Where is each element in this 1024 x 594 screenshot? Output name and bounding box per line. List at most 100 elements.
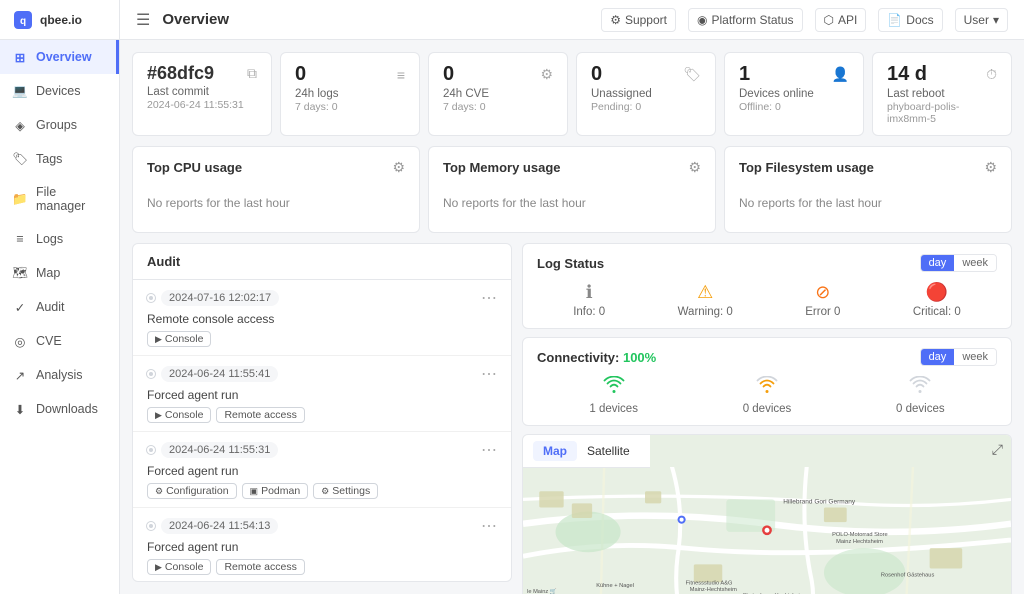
stat-label-devices: Devices online: [739, 88, 849, 100]
cpu-settings-icon[interactable]: ⚙: [392, 159, 405, 176]
map-tab-map[interactable]: Map: [533, 441, 577, 461]
gear-icon-2: ⚙: [155, 486, 163, 497]
connectivity-card: Connectivity: 100% day week: [522, 337, 1012, 426]
audit-tag-remote-3: Remote access: [216, 559, 304, 575]
docs-button[interactable]: 📄 Docs: [878, 8, 942, 32]
audit-title: Audit: [133, 244, 511, 280]
api-icon: ⬡: [824, 13, 834, 27]
sidebar-item-groups-label: Groups: [36, 118, 77, 132]
svg-text:POLO-Motorrad Store: POLO-Motorrad Store: [832, 532, 888, 538]
audit-desc-2: Forced agent run: [147, 464, 497, 478]
sidebar-item-groups[interactable]: ◈ Groups: [0, 108, 119, 142]
bottom-row: Audit 2024-07-16 12:02:17 ⋯ Remote conso…: [132, 243, 1012, 582]
user-button[interactable]: User ▾: [955, 8, 1008, 32]
terminal-icon: ▶: [155, 334, 162, 345]
audit-date-0: 2024-07-16 12:02:17: [161, 290, 279, 306]
audit-entry-1: 2024-06-24 11:55:41 ⋯ Forced agent run ▶…: [133, 356, 511, 432]
sidebar-item-map[interactable]: 🗺 Map: [0, 256, 119, 290]
audit-entry-3: 2024-06-24 11:54:13 ⋯ Forced agent run ▶…: [133, 508, 511, 582]
map-icon: 🗺: [12, 265, 28, 281]
log-day-button[interactable]: day: [921, 255, 955, 271]
sidebar-item-downloads[interactable]: ⬇ Downloads: [0, 392, 119, 426]
map-tab-satellite[interactable]: Satellite: [577, 441, 640, 461]
conn-stat-none: 0 devices: [896, 376, 945, 415]
docs-icon: 📄: [887, 13, 902, 27]
sidebar-item-tags-label: Tags: [36, 152, 62, 166]
audit-tag-remote-1: Remote access: [216, 407, 304, 423]
copy-icon[interactable]: ⧉: [247, 65, 257, 82]
filesystem-settings-icon[interactable]: ⚙: [984, 159, 997, 176]
sidebar-item-overview[interactable]: ⊞ Overview: [0, 40, 119, 74]
device-icon: 👤: [832, 66, 849, 83]
topnav: ☰ Overview ⚙ Support ◉ Platform Status ⬡…: [120, 0, 1024, 40]
stat-sub-unassigned: Pending: 0: [591, 101, 701, 113]
sidebar-item-file-manager[interactable]: 📁 File manager: [0, 176, 119, 222]
stat-sub-logs: 7 days: 0: [295, 101, 405, 113]
audit-menu-1[interactable]: ⋯: [481, 364, 497, 384]
audit-tag-console-0: ▶ Console: [147, 331, 211, 347]
cpu-empty-msg: No reports for the last hour: [147, 186, 405, 220]
topnav-actions: ⚙ Support ◉ Platform Status ⬡ API 📄 Docs…: [601, 8, 1008, 32]
audit-date-1: 2024-06-24 11:55:41: [161, 366, 278, 382]
audit-icon: ✓: [12, 299, 28, 315]
sidebar: q qbee.io ⊞ Overview 💻 Devices ◈ Groups …: [0, 0, 120, 594]
stat-card-commit: #68dfc9 ⧉ Last commit 2024-06-24 11:55:3…: [132, 52, 272, 136]
audit-dot-1: [147, 370, 155, 378]
stats-row: #68dfc9 ⧉ Last commit 2024-06-24 11:55:3…: [132, 52, 1012, 136]
audit-menu-2[interactable]: ⋯: [481, 440, 497, 460]
audit-desc-3: Forced agent run: [147, 540, 497, 554]
cpu-usage-card: Top CPU usage ⚙ No reports for the last …: [132, 146, 420, 233]
map-card: Map Satellite ⤢: [522, 434, 1012, 594]
sidebar-item-cve[interactable]: ◎ CVE: [0, 324, 119, 358]
sidebar-item-overview-label: Overview: [36, 50, 92, 64]
audit-tag-console-1: ▶ Console: [147, 407, 211, 423]
stat-label-commit: Last commit: [147, 86, 257, 98]
conn-day-button[interactable]: day: [921, 349, 955, 365]
usage-row: Top CPU usage ⚙ No reports for the last …: [132, 146, 1012, 233]
conn-week-button[interactable]: week: [954, 349, 996, 365]
wifi-full-icon: [603, 376, 625, 400]
sidebar-item-analysis[interactable]: ↗ Analysis: [0, 358, 119, 392]
log-week-button[interactable]: week: [954, 255, 996, 271]
sidebar-item-devices[interactable]: 💻 Devices: [0, 74, 119, 108]
audit-date-2: 2024-06-24 11:55:31: [161, 442, 278, 458]
analysis-icon: ↗: [12, 367, 28, 383]
audit-menu-3[interactable]: ⋯: [481, 516, 497, 536]
stat-card-last-reboot: 14 d ⏱ Last reboot phyboard-polis-imx8mm…: [872, 52, 1012, 136]
audit-tags-3: ▶ Console Remote access: [147, 559, 497, 575]
info-icon: ℹ: [586, 282, 593, 303]
content-area: #68dfc9 ⧉ Last commit 2024-06-24 11:55:3…: [120, 40, 1024, 594]
expand-icon[interactable]: ⤢: [992, 441, 1003, 458]
sidebar-item-analysis-label: Analysis: [36, 368, 83, 382]
support-button[interactable]: ⚙ Support: [601, 8, 676, 32]
audit-tags-2: ⚙ Configuration ▣ Podman ⚙ Settings: [147, 483, 497, 499]
log-status-card: Log Status day week ℹ Info: 0 ⚠: [522, 243, 1012, 329]
svg-text:Rosenhof Gästehaus: Rosenhof Gästehaus: [881, 573, 935, 579]
stat-sub-cve: 7 days: 0: [443, 101, 553, 113]
cpu-usage-title: Top CPU usage: [147, 160, 242, 175]
audit-tag-podman-2: ▣ Podman: [242, 483, 309, 499]
stat-card-devices-online: 1 👤 Devices online Offline: 0: [724, 52, 864, 136]
sidebar-item-audit[interactable]: ✓ Audit: [0, 290, 119, 324]
sidebar-item-tags[interactable]: 🏷 Tags: [0, 142, 119, 176]
hamburger-icon[interactable]: ☰: [136, 10, 150, 30]
sidebar-item-logs-label: Logs: [36, 232, 63, 246]
svg-text:Hillebrand Gori Germany: Hillebrand Gori Germany: [783, 498, 856, 505]
log-status-toggle: day week: [920, 254, 997, 272]
sidebar-item-logs[interactable]: ≡ Logs: [0, 222, 119, 256]
memory-settings-icon[interactable]: ⚙: [688, 159, 701, 176]
devices-online-value: 1: [739, 63, 750, 86]
api-button[interactable]: ⬡ API: [815, 8, 867, 32]
audit-menu-0[interactable]: ⋯: [481, 288, 497, 308]
main-content: ☰ Overview ⚙ Support ◉ Platform Status ⬡…: [120, 0, 1024, 594]
svg-text:Kühne + Nagel: Kühne + Nagel: [596, 583, 634, 589]
audit-entry-2: 2024-06-24 11:55:31 ⋯ Forced agent run ⚙…: [133, 432, 511, 508]
audit-desc-0: Remote console access: [147, 312, 497, 326]
platform-status-button[interactable]: ◉ Platform Status: [688, 8, 803, 32]
map-tabs: Map Satellite: [523, 435, 650, 468]
audit-dot-2: [147, 446, 155, 454]
logo: q qbee.io: [0, 0, 119, 40]
terminal-icon-1: ▶: [155, 410, 162, 421]
log-error-label: Error 0: [805, 306, 840, 318]
conn-partial-label: 0 devices: [743, 403, 792, 415]
